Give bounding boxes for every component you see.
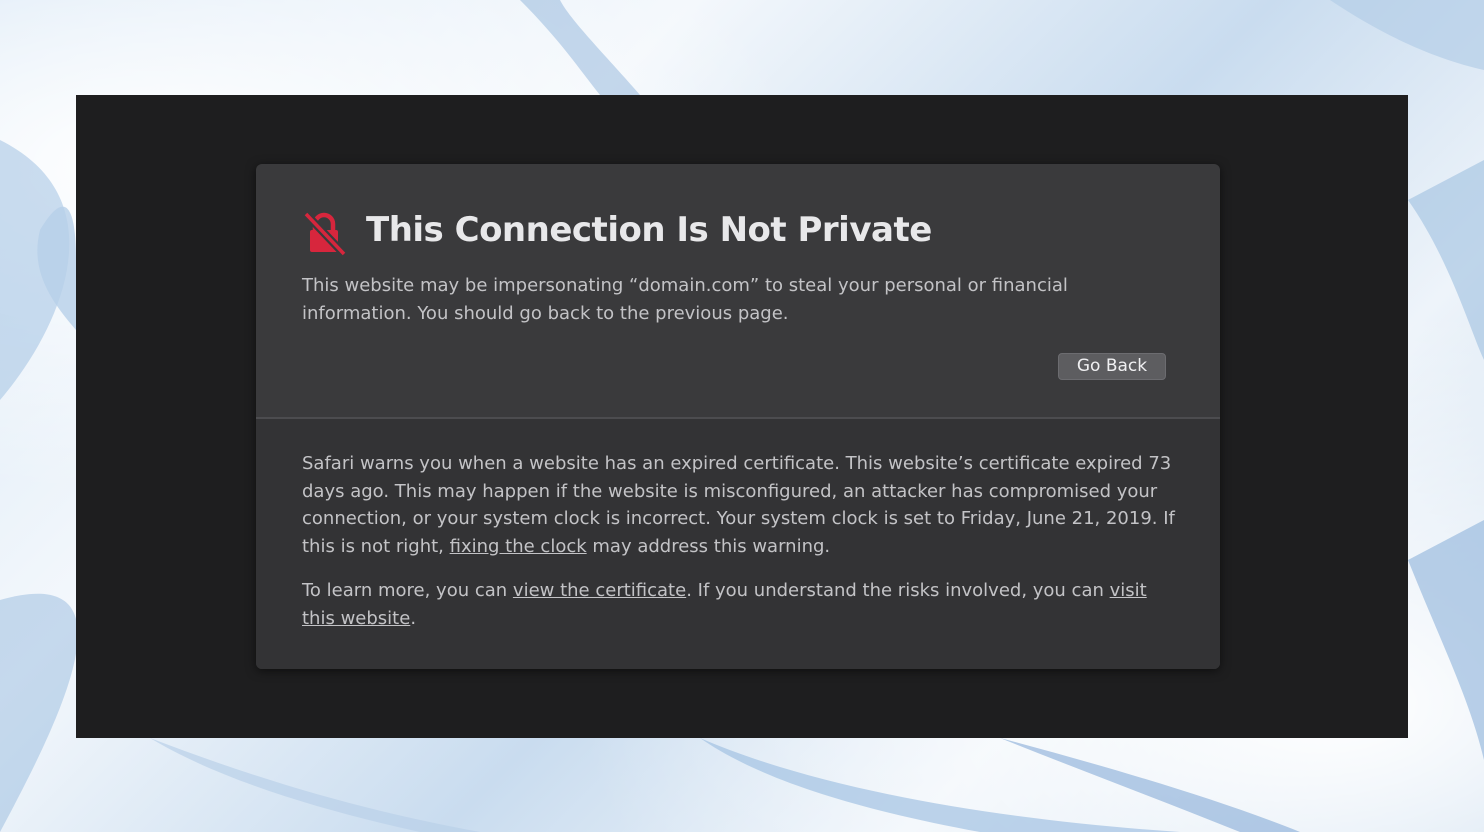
- learn-more-text: To learn more, you can view the certific…: [302, 577, 1182, 632]
- go-back-button[interactable]: Go Back: [1058, 353, 1166, 380]
- certificate-explanation: Safari warns you when a website has an e…: [302, 450, 1182, 560]
- learn-more-middle: . If you understand the risks involved, …: [686, 580, 1110, 601]
- view-certificate-link[interactable]: view the certificate: [513, 580, 686, 601]
- learn-more-prefix: To learn more, you can: [302, 580, 513, 601]
- learn-more-suffix: .: [410, 607, 417, 629]
- warning-message: This website may be impersonating “domai…: [302, 275, 1068, 324]
- warning-card: This Connection Is Not Private This webs…: [256, 164, 1220, 669]
- browser-window: This Connection Is Not Private This webs…: [76, 95, 1408, 738]
- lock-slash-icon: [303, 211, 347, 256]
- warning-details-section: Safari warns you when a website has an e…: [256, 419, 1220, 669]
- certificate-explanation-tail: may address this warning.: [586, 535, 831, 557]
- fixing-the-clock-link[interactable]: fixing the clock: [450, 536, 587, 557]
- warning-header-section: This Connection Is Not Private This webs…: [256, 164, 1220, 417]
- page-title: This Connection Is Not Private: [366, 210, 932, 250]
